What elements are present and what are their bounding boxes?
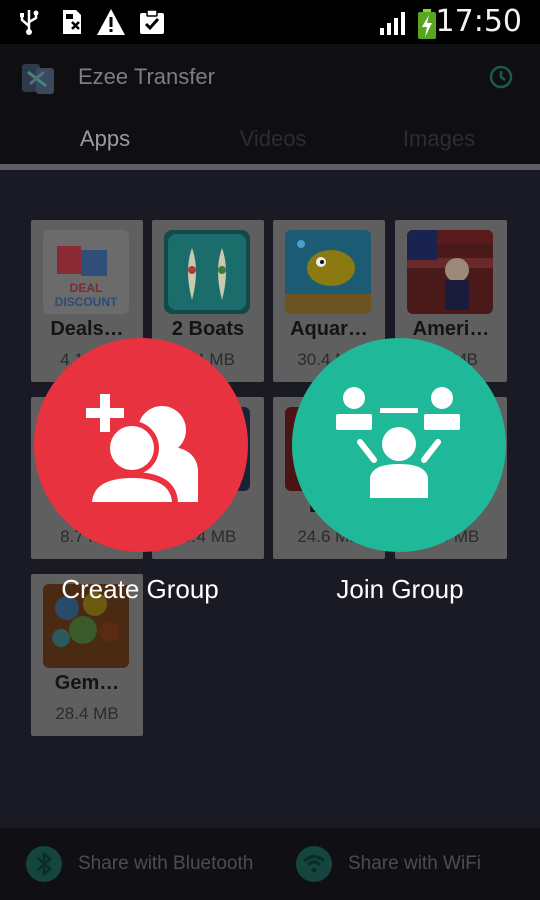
wifi-icon: [296, 846, 332, 882]
deal-discount-thumbnail: DEAL DISCOUNT: [43, 230, 129, 314]
tab-bar: Apps Videos Images: [0, 110, 540, 168]
svg-text:DISCOUNT: DISCOUNT: [55, 295, 118, 309]
sim-missing-icon: [63, 10, 81, 34]
history-clock-icon[interactable]: [488, 64, 514, 90]
join-group-label[interactable]: Join Group: [280, 574, 520, 605]
bluetooth-icon: [26, 846, 62, 882]
share-wifi-label: Share with WiFi: [348, 853, 482, 874]
create-group-label[interactable]: Create Group: [20, 574, 260, 605]
american-flag-thumbnail: [407, 230, 493, 314]
share-bluetooth-button[interactable]: Share with Bluetooth: [26, 844, 253, 884]
app-name: Gem…: [54, 672, 120, 694]
signal-icon: [380, 12, 405, 35]
status-time: 17:50: [435, 4, 522, 39]
tab-videos[interactable]: Videos: [183, 126, 363, 152]
app-title: Ezee Transfer: [78, 64, 215, 89]
tab-images[interactable]: Images: [349, 126, 529, 152]
join-group-button[interactable]: [292, 338, 506, 552]
app-size: 28.4 MB: [55, 704, 119, 723]
clipboard-check-icon: [140, 9, 164, 34]
tab-apps[interactable]: Apps: [15, 126, 195, 152]
svg-text:DEAL: DEAL: [70, 281, 103, 295]
warning-icon: [97, 9, 125, 35]
two-boats-thumbnail: [164, 230, 250, 314]
app-logo-icon: [22, 64, 54, 94]
status-bar: 17:50: [0, 0, 540, 44]
app-bar: Ezee Transfer: [0, 44, 540, 110]
share-bluetooth-label: Share with Bluetooth: [78, 853, 254, 874]
usb-icon: [20, 10, 39, 35]
share-wifi-button[interactable]: Share with WiFi: [296, 844, 481, 884]
add-group-icon: [86, 394, 198, 502]
aquarium-thumbnail: [285, 230, 371, 314]
join-group-icon: [336, 387, 460, 498]
bottom-bar: Share with Bluetooth Share with WiFi: [0, 828, 540, 900]
create-group-button[interactable]: [34, 338, 248, 552]
